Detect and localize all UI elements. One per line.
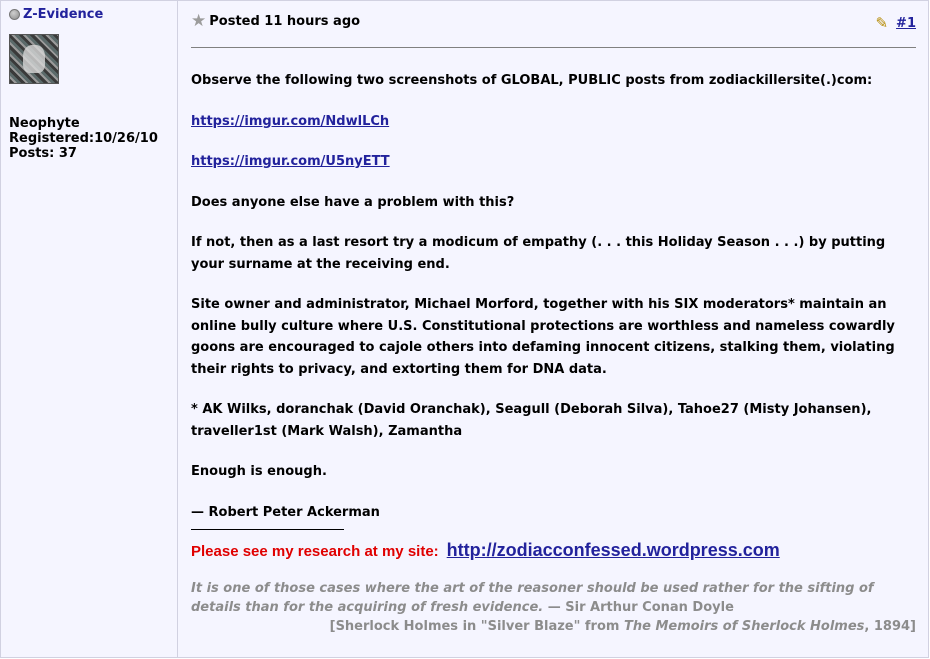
moderators-footnote: * AK Wilks, doranchak (David Oranchak), …	[191, 402, 872, 439]
signature-quote: It is one of those cases where the art o…	[191, 579, 916, 617]
question-text: Does anyone else have a problem with thi…	[191, 194, 515, 210]
empathy-text: If not, then as a last resort try a modi…	[191, 235, 886, 272]
user-registered: Registered:10/26/10	[9, 131, 158, 146]
post-header: ★ Posted 11 hours ago ✎ #1	[191, 1, 916, 48]
avatar[interactable]	[9, 34, 59, 84]
post-header-right: ✎ #1	[875, 14, 916, 32]
user-rank: Neophyte	[9, 116, 80, 131]
post-number-link[interactable]: #1	[896, 16, 916, 31]
signature-citation: [Sherlock Holmes in "Silver Blaze" from …	[191, 617, 916, 636]
username-link[interactable]: Z-Evidence	[23, 7, 103, 22]
user-meta: Neophyte Registered:10/26/10 Posts: 37	[9, 116, 177, 161]
cite-book-title: The Memoirs of Sherlock Holmes	[623, 619, 865, 634]
post-header-left: ★ Posted 11 hours ago	[191, 11, 361, 31]
quote-text: It is one of those cases where the art o…	[191, 581, 874, 615]
site-link[interactable]: http://zodiacconfessed.wordpress.com	[447, 540, 780, 561]
star-icon: ★	[191, 11, 207, 31]
posted-time: Posted 11 hours ago	[209, 13, 361, 29]
signature-research: Please see my research at my site: http:…	[191, 540, 916, 561]
imgur-link-1[interactable]: https://imgur.com/NdwlLCh	[191, 114, 389, 129]
cite-suffix: , 1894]	[864, 619, 916, 634]
avatar-figure	[23, 45, 45, 73]
intro-text: Observe the following two screenshots of…	[191, 73, 873, 88]
enough-text: Enough is enough.	[191, 464, 327, 479]
signoff-text: — Robert Peter Ackerman	[191, 504, 380, 520]
research-label: Please see my research at my site:	[191, 543, 439, 560]
post-content-panel: ★ Posted 11 hours ago ✎ #1 Observe the f…	[178, 1, 928, 657]
owner-text: Site owner and administrator, Michael Mo…	[191, 297, 895, 377]
quote-author: — Sir Arthur Conan Doyle	[547, 600, 734, 615]
user-post-count: Posts: 37	[9, 146, 77, 161]
imgur-link-2[interactable]: https://imgur.com/U5nyETT	[191, 154, 390, 169]
signature-divider	[191, 529, 344, 530]
user-info-panel: Z-Evidence Neophyte Registered:10/26/10 …	[1, 1, 178, 657]
pencil-icon[interactable]: ✎	[875, 14, 888, 32]
user-line: Z-Evidence	[9, 7, 177, 22]
post-body: Observe the following two screenshots of…	[191, 70, 916, 523]
forum-post: Z-Evidence Neophyte Registered:10/26/10 …	[0, 0, 929, 658]
offline-status-icon	[9, 9, 20, 20]
cite-prefix: [Sherlock Holmes in "Silver Blaze" from	[329, 619, 624, 634]
